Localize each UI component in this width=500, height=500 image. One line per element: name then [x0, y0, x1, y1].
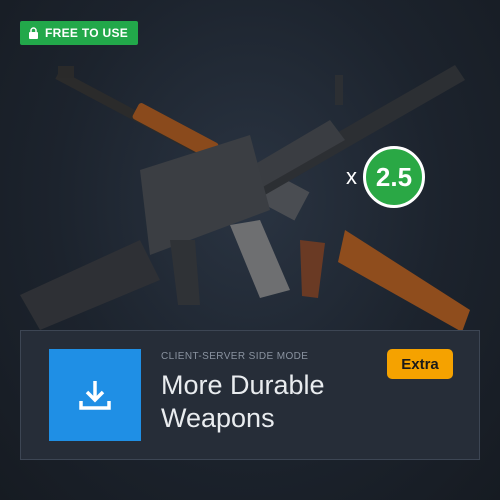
durability-multiplier: x 2.5 [346, 146, 425, 208]
multiplier-circle: 2.5 [363, 146, 425, 208]
multiplier-value: 2.5 [375, 161, 413, 192]
download-icon [79, 381, 111, 410]
badge-label: FREE TO USE [45, 26, 129, 40]
mod-card[interactable]: CLIENT-SERVER SIDE MODE More Durable Wea… [20, 330, 480, 460]
lock-icon [29, 27, 38, 39]
mod-mode-label: CLIENT-SERVER SIDE MODE [161, 351, 309, 362]
mod-title: More Durable Weapons [161, 370, 325, 433]
download-button[interactable] [49, 349, 141, 441]
crossed-rifles-image [20, 65, 470, 332]
extra-tag: Extra [387, 349, 453, 379]
multiplier-prefix: x [346, 164, 357, 189]
